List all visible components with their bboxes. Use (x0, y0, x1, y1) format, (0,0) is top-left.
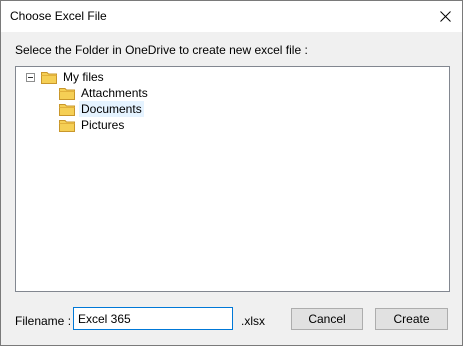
folder-prompt-label: Selece the Folder in OneDrive to create … (15, 43, 308, 57)
folder-tree[interactable]: My files Attachments Documents Pictures (15, 66, 450, 292)
folder-icon (41, 72, 57, 84)
tree-node-label: Attachments (81, 86, 148, 100)
file-extension-label: .xlsx (241, 314, 265, 328)
filename-label: Filename : (15, 314, 72, 328)
close-icon (439, 11, 451, 22)
create-button[interactable]: Create (375, 308, 448, 330)
tree-node-label: Documents (79, 101, 144, 117)
tree-node-label: Pictures (81, 118, 125, 132)
folder-icon (59, 120, 75, 132)
tree-node-label: My files (63, 70, 104, 84)
tree-node-pictures[interactable]: Pictures (59, 117, 126, 133)
folder-icon (59, 88, 75, 100)
cancel-button[interactable]: Cancel (291, 308, 363, 330)
title-bar: Choose Excel File (1, 1, 462, 32)
close-button[interactable] (428, 1, 462, 32)
collapse-icon[interactable] (26, 72, 35, 82)
dialog-title: Choose Excel File (10, 9, 107, 23)
folder-icon (59, 104, 75, 116)
filename-input[interactable] (73, 307, 233, 330)
tree-node-attachments[interactable]: Attachments (59, 85, 150, 101)
tree-node-my-files[interactable]: My files (26, 69, 106, 85)
choose-excel-file-dialog: Choose Excel File Selece the Folder in O… (0, 0, 463, 346)
tree-node-documents[interactable]: Documents (59, 101, 144, 117)
